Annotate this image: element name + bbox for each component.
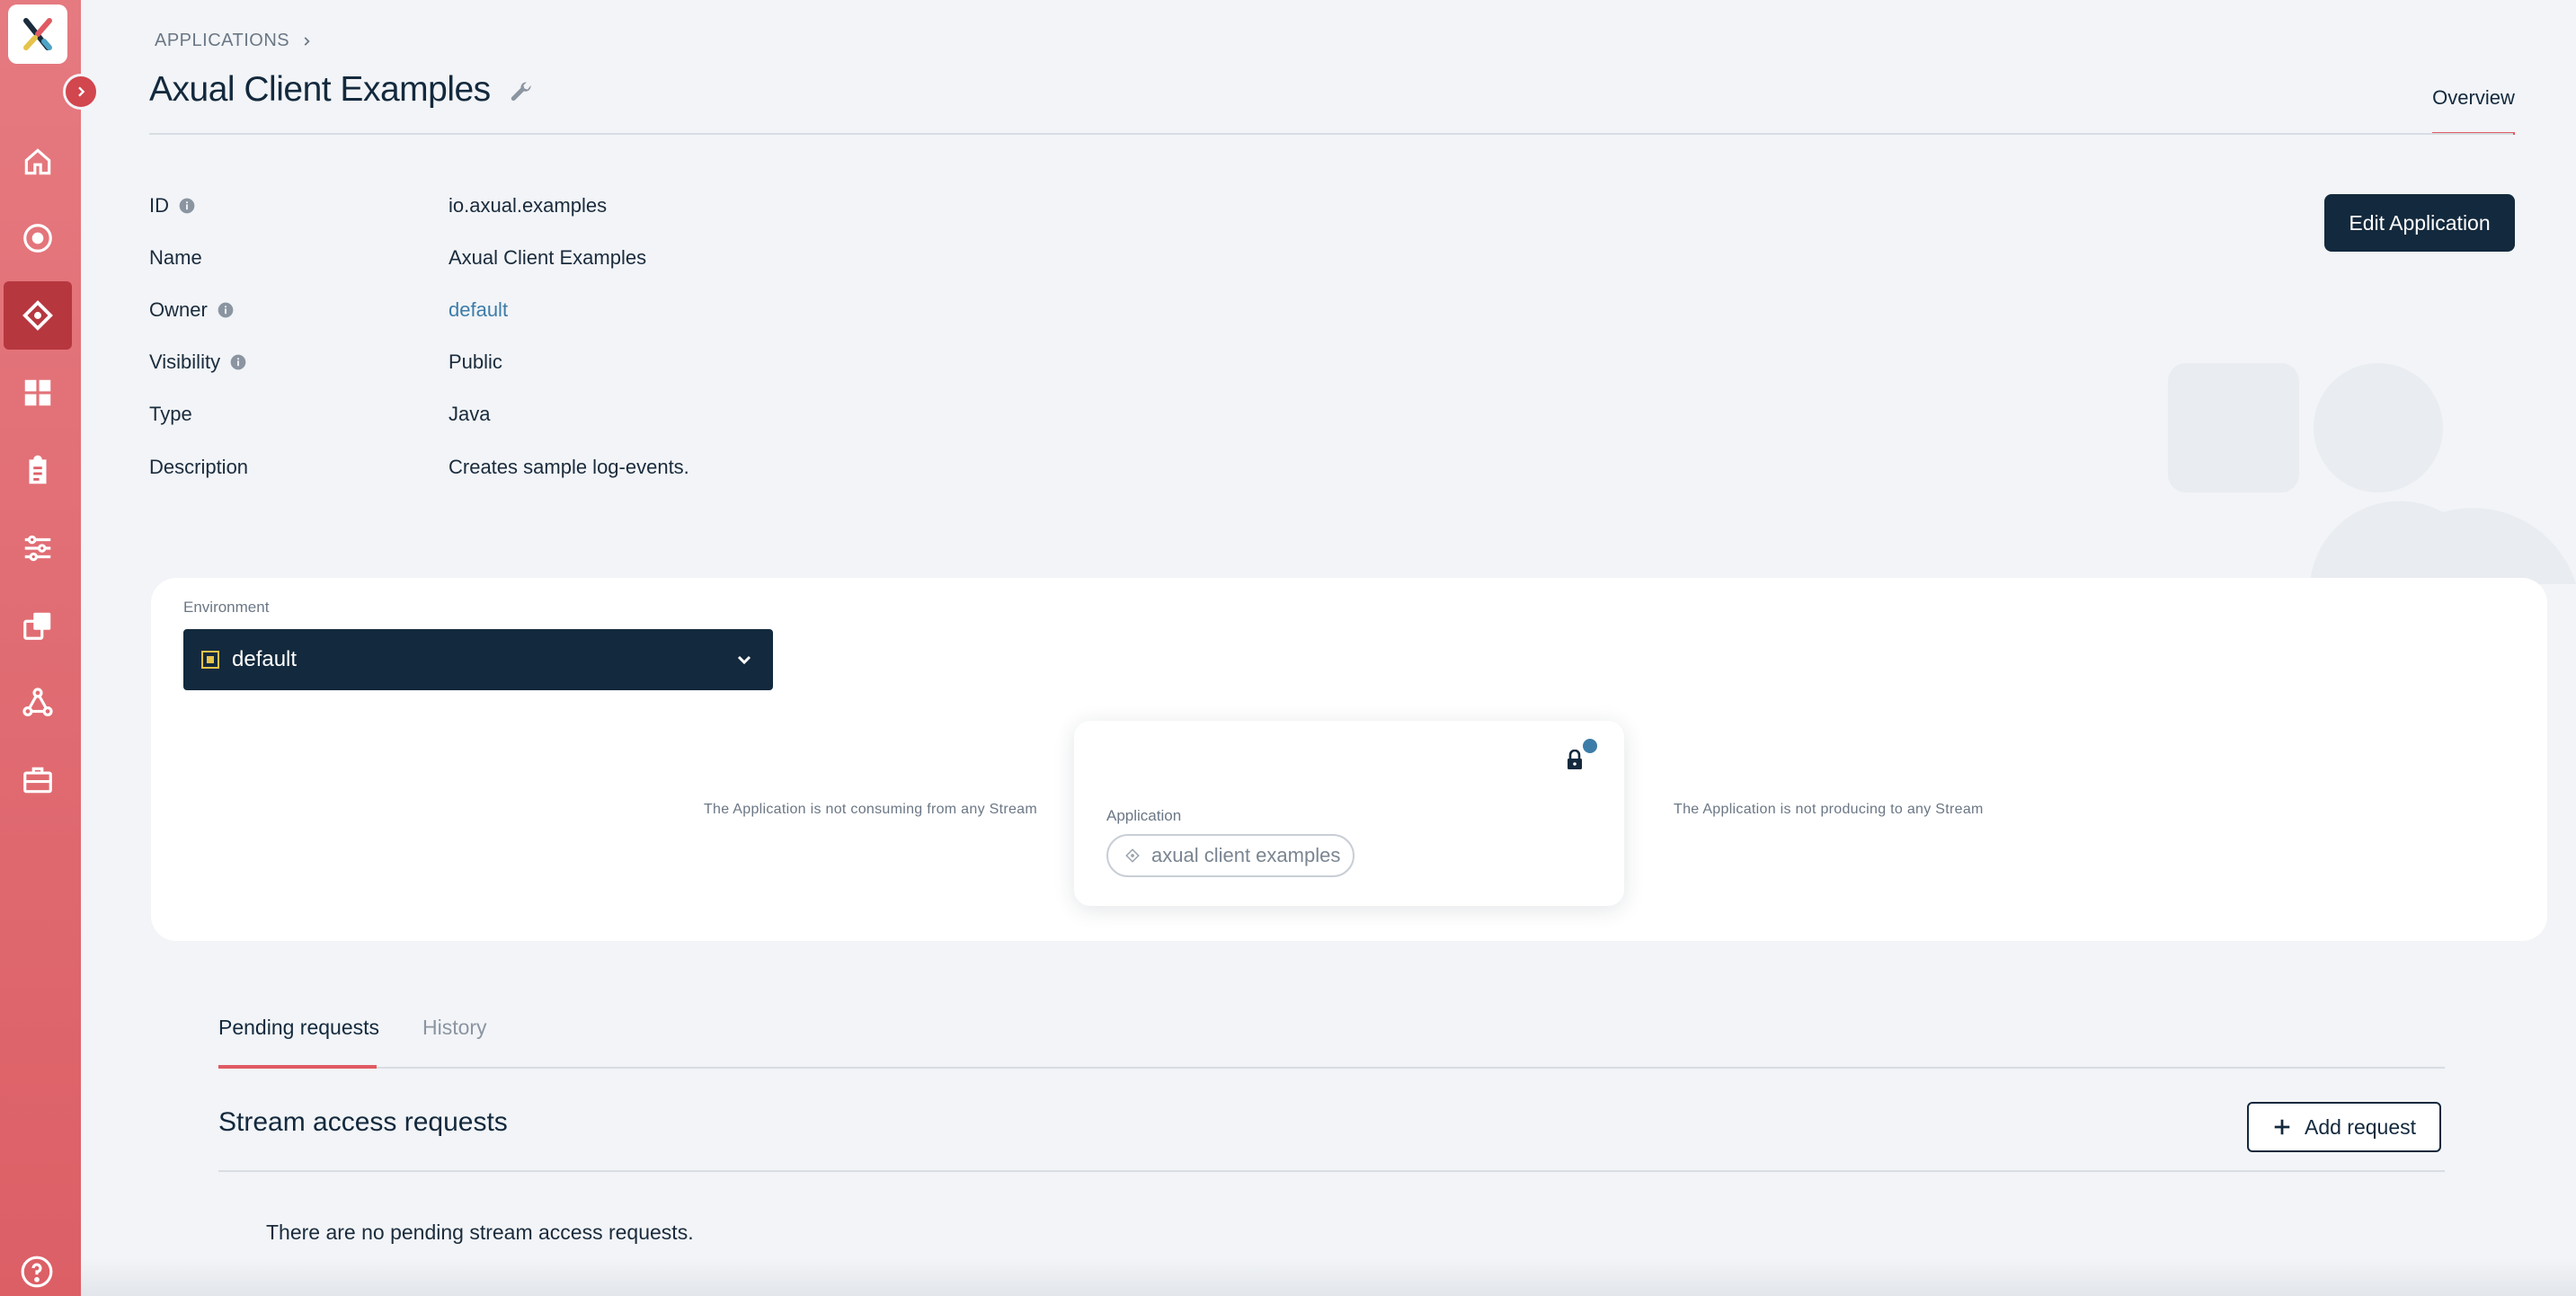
bottom-fade bbox=[81, 1258, 2576, 1296]
sidebar-expand-button[interactable] bbox=[63, 74, 99, 110]
axual-logo[interactable] bbox=[8, 4, 67, 64]
tab-overview[interactable]: Overview bbox=[2432, 86, 2515, 110]
detail-row-name: Name Axual Client Examples bbox=[149, 240, 646, 276]
section-divider bbox=[218, 1170, 2445, 1172]
copy-icon bbox=[23, 612, 51, 640]
sidebar bbox=[0, 0, 81, 1296]
id-label: ID bbox=[149, 194, 169, 217]
owner-link[interactable]: default bbox=[449, 298, 508, 322]
visibility-label: Visibility bbox=[149, 351, 221, 373]
nav-streams[interactable] bbox=[4, 204, 72, 272]
breadcrumb-applications[interactable]: APPLICATIONS bbox=[155, 31, 289, 51]
chevron-right-icon bbox=[78, 86, 85, 97]
tabs-divider bbox=[218, 1067, 2445, 1069]
section-title: Stream access requests bbox=[218, 1107, 508, 1137]
application-icon bbox=[22, 300, 53, 331]
chevron-right-icon bbox=[304, 36, 310, 46]
background-decoration bbox=[2168, 363, 2576, 584]
owner-label: Owner bbox=[149, 298, 208, 321]
empty-state-message: There are no pending stream access reque… bbox=[266, 1221, 694, 1244]
tab-history[interactable]: History bbox=[422, 1016, 487, 1040]
tab-pending-requests[interactable]: Pending requests bbox=[218, 1016, 379, 1040]
edit-application-button[interactable]: Edit Application bbox=[2324, 194, 2515, 252]
clipboard-icon bbox=[29, 455, 47, 484]
header-divider bbox=[149, 133, 2513, 135]
help-icon[interactable] bbox=[20, 1255, 54, 1289]
environment-select[interactable]: default bbox=[183, 629, 773, 690]
nav-tools[interactable] bbox=[4, 746, 72, 814]
description-label: Description bbox=[149, 456, 249, 478]
application-chip[interactable]: axual client examples bbox=[1106, 834, 1355, 877]
tab-pending-indicator bbox=[218, 1065, 377, 1069]
info-icon[interactable] bbox=[217, 301, 235, 319]
home-icon bbox=[24, 148, 51, 175]
briefcase-icon bbox=[23, 767, 52, 794]
producing-status: The Application is not producing to any … bbox=[1674, 802, 1984, 817]
breadcrumb: APPLICATIONS bbox=[155, 31, 313, 51]
chevron-down-icon bbox=[737, 655, 751, 665]
nav-settings[interactable] bbox=[4, 514, 72, 582]
detail-row-visibility: Visibility Public bbox=[149, 344, 502, 380]
id-value: io.axual.examples bbox=[449, 194, 608, 217]
dashboard-icon bbox=[24, 379, 51, 406]
lock-icon bbox=[1568, 750, 1582, 769]
nav-dashboard[interactable] bbox=[4, 359, 72, 427]
info-icon[interactable] bbox=[229, 353, 247, 371]
nav-home[interactable] bbox=[4, 128, 72, 196]
application-icon bbox=[1125, 848, 1140, 863]
detail-row-type: Type Java bbox=[149, 396, 490, 432]
page-title: Axual Client Examples bbox=[149, 70, 491, 109]
detail-row-description: Description Creates sample log-events. bbox=[149, 449, 689, 485]
status-dot bbox=[1583, 739, 1597, 753]
stream-icon bbox=[23, 224, 52, 253]
name-label: Name bbox=[149, 246, 202, 269]
add-request-label: Add request bbox=[2304, 1114, 2417, 1139]
wrench-icon[interactable] bbox=[509, 79, 534, 104]
add-request-button[interactable]: Add request bbox=[2247, 1102, 2441, 1152]
nav-applications[interactable] bbox=[4, 281, 72, 350]
environment-selected: default bbox=[232, 647, 298, 671]
type-label: Type bbox=[149, 403, 192, 425]
nav-copies[interactable] bbox=[4, 591, 72, 660]
info-icon[interactable] bbox=[178, 197, 196, 215]
network-icon bbox=[22, 688, 53, 717]
plus-icon bbox=[2274, 1119, 2290, 1135]
application-chip-label: axual client examples bbox=[1151, 844, 1341, 866]
detail-row-owner: Owner default bbox=[149, 292, 508, 328]
visibility-value: Public bbox=[449, 351, 502, 373]
application-label: Application bbox=[1106, 807, 1182, 824]
nav-network[interactable] bbox=[4, 669, 72, 737]
description-value: Creates sample log-events. bbox=[449, 456, 689, 478]
name-value: Axual Client Examples bbox=[449, 246, 647, 269]
environment-icon bbox=[201, 651, 219, 669]
environment-label: Environment bbox=[183, 599, 270, 616]
consuming-status: The Application is not consuming from an… bbox=[703, 802, 1037, 817]
detail-row-id: ID io.axual.examples bbox=[149, 188, 607, 224]
type-value: Java bbox=[449, 403, 491, 425]
nav-reports[interactable] bbox=[4, 437, 72, 505]
settings-sliders-icon bbox=[24, 535, 51, 562]
